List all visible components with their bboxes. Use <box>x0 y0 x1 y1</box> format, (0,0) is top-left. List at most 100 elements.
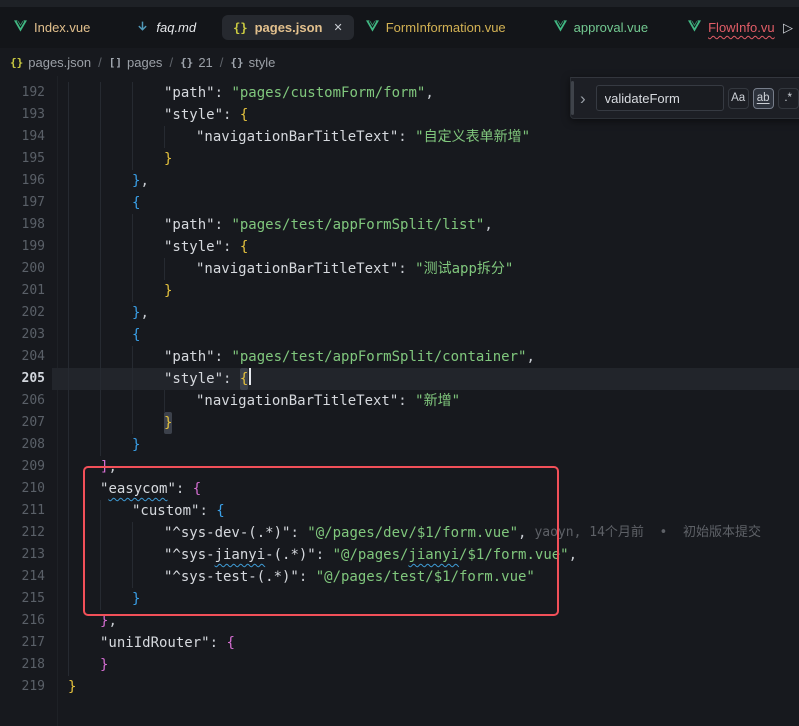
code-line-212[interactable]: 212"^sys-dev-(.*)": "@/pages/dev/$1/form… <box>0 522 799 544</box>
breadcrumb-label: pages.json <box>28 55 91 70</box>
breadcrumb-label: pages <box>127 55 162 70</box>
code-line-217[interactable]: 217"uniIdRouter": { <box>0 632 799 654</box>
indent-guides <box>68 104 164 126</box>
code-line-199[interactable]: 199"style": { <box>0 236 799 258</box>
tab-flowinfo-vu[interactable]: FlowInfo.vu <box>688 15 774 40</box>
indent-guides <box>68 654 100 676</box>
token: : <box>176 478 193 500</box>
code-line-208[interactable]: 208} <box>0 434 799 456</box>
gutter-padding <box>45 478 68 500</box>
breadcrumb-item-21[interactable]: {}21 <box>180 55 213 70</box>
tab-approval-vue[interactable]: approval.vue <box>554 15 648 40</box>
token-string: "测试app拆分" <box>415 258 513 280</box>
line-number: 200 <box>0 258 45 280</box>
find-input[interactable] <box>596 85 724 111</box>
code-line-216[interactable]: 216}, <box>0 610 799 632</box>
token: { <box>132 324 140 346</box>
gutter-padding <box>45 434 68 456</box>
line-number: 195 <box>0 148 45 170</box>
gutter-padding <box>45 676 68 698</box>
code-line-204[interactable]: 204"path": "pages/test/appFormSplit/cont… <box>0 346 799 368</box>
gutter-padding <box>45 324 68 346</box>
markdown-file-icon <box>136 20 149 36</box>
code-line-195[interactable]: 195} <box>0 148 799 170</box>
find-expand-chevron-icon[interactable]: › <box>580 90 586 107</box>
breadcrumb-item-pages[interactable]: []pages <box>109 55 163 70</box>
line-number: 194 <box>0 126 45 148</box>
code-line-201[interactable]: 201} <box>0 280 799 302</box>
gutter-padding <box>45 104 68 126</box>
code-line-197[interactable]: 197{ <box>0 192 799 214</box>
code-line-203[interactable]: 203{ <box>0 324 799 346</box>
token-string: "@/pages/test/$1/form.vue" <box>316 566 535 588</box>
indent-guides <box>68 82 164 104</box>
token: { <box>216 500 224 522</box>
line-number: 201 <box>0 280 45 302</box>
breadcrumb-item-style[interactable]: {}style <box>230 55 275 70</box>
token: } <box>68 676 76 698</box>
line-number: 202 <box>0 302 45 324</box>
code-line-209[interactable]: 209], <box>0 456 799 478</box>
gutter-padding <box>45 632 68 654</box>
gutter-padding <box>45 192 68 214</box>
gutter-padding <box>45 148 68 170</box>
token: , <box>108 456 116 478</box>
code-line-207[interactable]: 207} <box>0 412 799 434</box>
tab-faq-md[interactable]: faq.md <box>136 15 196 41</box>
code-line-215[interactable]: 215} <box>0 588 799 610</box>
gutter-padding <box>45 214 68 236</box>
close-icon[interactable]: ✕ <box>334 21 343 34</box>
token-key: "navigationBarTitleText" <box>196 390 398 412</box>
token: : <box>398 126 415 148</box>
code-content: 192"path": "pages/customForm/form",193"s… <box>0 82 799 698</box>
token: } <box>132 434 140 456</box>
tab-index-vue[interactable]: Index.vue <box>14 15 90 40</box>
code-line-196[interactable]: 196}, <box>0 170 799 192</box>
code-line-198[interactable]: 198"path": "pages/test/appFormSplit/list… <box>0 214 799 236</box>
code-line-210[interactable]: 210"easycom": { <box>0 478 799 500</box>
tab-label: approval.vue <box>574 20 648 35</box>
code-line-213[interactable]: 213"^sys-jianyi-(.*)": "@/pages/jianyi/$… <box>0 544 799 566</box>
gutter-padding <box>45 170 68 192</box>
gutter-padding <box>45 390 68 412</box>
code-line-219[interactable]: 219} <box>0 676 799 698</box>
indent-guides <box>68 148 164 170</box>
code-line-206[interactable]: 206"navigationBarTitleText": "新增" <box>0 390 799 412</box>
token: { <box>240 368 248 390</box>
tab-pages-json[interactable]: {}pages.json✕ <box>222 15 354 40</box>
code-editor[interactable]: 192"path": "pages/customForm/form",193"s… <box>0 76 799 726</box>
code-line-218[interactable]: 218} <box>0 654 799 676</box>
line-number: 193 <box>0 104 45 126</box>
token: } <box>132 170 140 192</box>
indent-guides <box>68 456 100 478</box>
find-match-case-button[interactable]: Aa <box>728 88 749 109</box>
token-key: "style" <box>164 104 223 126</box>
token-key: "custom" <box>132 500 199 522</box>
token: , <box>140 302 148 324</box>
token: : <box>215 214 232 236</box>
token-string: "@/pages/ <box>333 544 409 566</box>
indent-guides <box>68 390 196 412</box>
code-line-200[interactable]: 200"navigationBarTitleText": "测试app拆分" <box>0 258 799 280</box>
find-whole-word-button[interactable]: ab <box>753 88 774 109</box>
code-line-205[interactable]: 205"style": { <box>0 368 799 390</box>
token: { <box>193 478 201 500</box>
tab-forminformation-vue[interactable]: FormInformation.vue <box>366 15 506 40</box>
gutter-padding <box>45 588 68 610</box>
find-widget-sash[interactable] <box>571 81 574 115</box>
tab-overflow-chevron-icon[interactable]: ▷ <box>783 20 793 36</box>
breadcrumb-item-pages-json[interactable]: {}pages.json <box>10 55 91 70</box>
token: } <box>164 148 172 170</box>
indent-guides <box>68 280 164 302</box>
token-key: "style" <box>164 368 223 390</box>
gutter-padding <box>45 368 68 390</box>
code-line-214[interactable]: 214"^sys-test-(.*)": "@/pages/test/$1/fo… <box>0 566 799 588</box>
code-line-211[interactable]: 211"custom": { <box>0 500 799 522</box>
code-line-202[interactable]: 202}, <box>0 302 799 324</box>
indent-guides <box>68 478 100 500</box>
gutter-padding <box>45 236 68 258</box>
code-line-194[interactable]: 194"navigationBarTitleText": "自定义表单新增" <box>0 126 799 148</box>
find-regex-button[interactable]: .* <box>778 88 799 109</box>
line-number: 207 <box>0 412 45 434</box>
vue-file-icon <box>554 20 567 35</box>
